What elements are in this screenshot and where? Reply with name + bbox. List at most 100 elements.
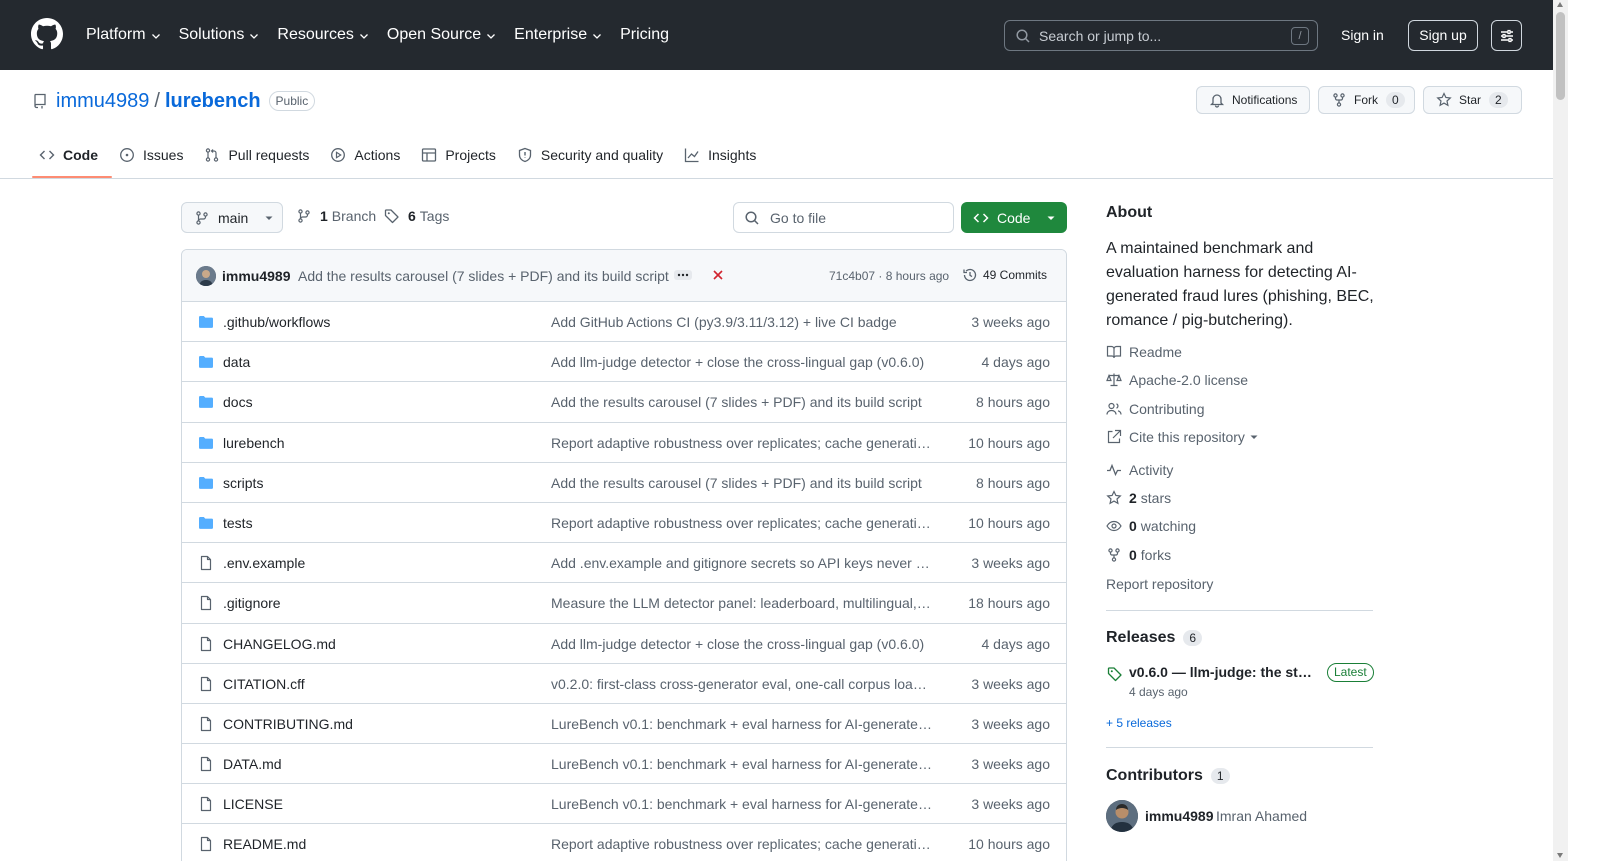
scroll-thumb[interactable] (1556, 12, 1565, 100)
header-menu-button[interactable] (1491, 20, 1522, 51)
stars-link[interactable]: 2 stars (1106, 490, 1171, 506)
cite-repository-button[interactable]: Cite this repository (1106, 429, 1259, 445)
tab-pull-requests[interactable]: Pull requests (197, 136, 323, 174)
repo-name-link[interactable]: lurebench (165, 90, 261, 113)
go-to-file-input[interactable]: Go to file (733, 202, 954, 233)
license-link[interactable]: Apache-2.0 license (1106, 372, 1248, 388)
scroll-up-arrow-icon[interactable] (1557, 2, 1563, 7)
file-commit-message-link[interactable]: Add .env.example and gitignore secrets s… (551, 555, 934, 571)
ellipsis-icon (677, 273, 689, 277)
star-button[interactable]: Star 2 (1423, 86, 1522, 114)
tags-link[interactable]: 6 Tags (384, 208, 449, 224)
commits-history-link[interactable]: 49 Commits (962, 267, 1047, 283)
nav-open-source[interactable]: Open Source (387, 26, 497, 44)
file-commit-message-link[interactable]: LureBench v0.1: benchmark + eval harness… (551, 796, 934, 812)
repo-owner-link[interactable]: immu4989 (56, 90, 149, 113)
branches-link[interactable]: 1 Branch (296, 208, 376, 224)
commit-author-link[interactable]: immu4989 (222, 268, 290, 284)
tab-insights[interactable]: Insights (677, 136, 770, 174)
tab-security[interactable]: Security and quality (510, 136, 677, 174)
file-name-link[interactable]: .github/workflows (223, 314, 330, 330)
nav-enterprise[interactable]: Enterprise (514, 26, 603, 44)
file-commit-message-link[interactable]: Add llm-judge detector + close the cross… (551, 636, 934, 652)
code-dropdown-button[interactable]: Code (961, 202, 1067, 233)
commit-message-link[interactable]: Add the results carousel (7 slides + PDF… (298, 268, 669, 284)
file-name-link[interactable]: .env.example (223, 555, 305, 571)
code-icon (973, 212, 989, 223)
file-name-link[interactable]: CHANGELOG.md (223, 636, 336, 652)
nav-resources-label: Resources (277, 26, 354, 43)
report-repository-link[interactable]: Report repository (1106, 576, 1213, 592)
file-commit-message-link[interactable]: Add GitHub Actions CI (py3.9/3.11/3.12) … (551, 314, 934, 330)
file-commit-message-link[interactable]: v0.2.0: first-class cross-generator eval… (551, 676, 934, 692)
releases-heading-label: Releases (1106, 629, 1176, 646)
table-row: data Add llm-judge detector + close the c… (182, 342, 1066, 383)
table-row: README.md Report adaptive robustness over… (182, 824, 1066, 861)
nav-platform[interactable]: Platform (86, 26, 162, 44)
sign-in-link[interactable]: Sign in (1328, 20, 1397, 50)
repo-separator: / (154, 89, 160, 112)
file-name-link[interactable]: README.md (223, 836, 306, 852)
eye-icon (1106, 520, 1122, 532)
readme-link[interactable]: Readme (1106, 344, 1182, 360)
forks-link[interactable]: 0 forks (1106, 547, 1171, 563)
file-commit-message-link[interactable]: Report adaptive robustness over replicat… (551, 836, 934, 852)
file-name-link[interactable]: data (223, 354, 250, 370)
file-commit-message-link[interactable]: Add the results carousel (7 slides + PDF… (551, 394, 934, 410)
activity-link[interactable]: Activity (1106, 462, 1173, 478)
more-releases-link[interactable]: + 5 releases (1106, 716, 1172, 730)
file-name-link[interactable]: lurebench (223, 435, 285, 451)
file-commit-message-link[interactable]: Add llm-judge detector + close the cross… (551, 354, 934, 370)
scroll-down-arrow-icon[interactable] (1557, 853, 1563, 858)
global-search-input[interactable]: Search or jump to... / (1004, 20, 1318, 51)
file-commit-date: 3 weeks ago (971, 555, 1050, 572)
contributor-login-link[interactable]: immu4989 (1145, 808, 1213, 824)
people-icon (1106, 402, 1122, 415)
file-name-link[interactable]: CITATION.cff (223, 676, 305, 692)
avatar[interactable] (196, 266, 216, 286)
file-name-link[interactable]: scripts (223, 475, 263, 491)
file-name-link[interactable]: CONTRIBUTING.md (223, 716, 353, 732)
file-commit-message-link[interactable]: LureBench v0.1: benchmark + eval harness… (551, 756, 934, 772)
contributing-link[interactable]: Contributing (1106, 401, 1205, 417)
file-commit-message-link[interactable]: Report adaptive robustness over replicat… (551, 435, 934, 451)
branch-selector[interactable]: main (181, 202, 283, 233)
file-name-link[interactable]: DATA.md (223, 756, 282, 772)
commit-count-label: 49 Commits (983, 268, 1048, 282)
file-name-link[interactable]: .gitignore (223, 595, 281, 611)
tab-actions[interactable]: Actions (323, 136, 414, 174)
github-logo-icon[interactable] (31, 18, 63, 50)
folder-icon (198, 435, 214, 451)
latest-release-link[interactable]: v0.6.0 — llm-judge: the str… (1129, 664, 1317, 680)
table-row: docs Add the results carousel (7 slides +… (182, 382, 1066, 423)
contributors-heading[interactable]: Contributors 1 (1106, 767, 1230, 785)
file-commit-message-link[interactable]: Report adaptive robustness over replicat… (551, 515, 934, 531)
tab-projects[interactable]: Projects (414, 136, 510, 174)
notifications-button[interactable]: Notifications (1196, 86, 1310, 114)
license-label: Apache-2.0 license (1129, 372, 1249, 388)
readme-label: Readme (1129, 344, 1182, 360)
releases-heading[interactable]: Releases 6 (1106, 629, 1203, 647)
watchers-link[interactable]: 0 watching (1106, 518, 1196, 534)
check-failed-x-icon[interactable] (711, 268, 725, 282)
nav-resources[interactable]: Resources (277, 26, 369, 44)
search-icon (1016, 28, 1030, 43)
file-name-link[interactable]: tests (223, 515, 253, 531)
commit-hash-time[interactable]: 71c4b07 · 8 hours ago (829, 269, 949, 283)
nav-pricing[interactable]: Pricing (620, 26, 669, 44)
tab-pull-requests-label: Pull requests (228, 147, 310, 163)
file-commit-message-link[interactable]: Measure the LLM detector panel: leaderbo… (551, 595, 934, 611)
fork-button[interactable]: Fork 0 (1318, 86, 1415, 114)
file-name-link[interactable]: docs (223, 394, 253, 410)
tab-issues[interactable]: Issues (112, 136, 197, 174)
avatar[interactable] (1106, 800, 1138, 832)
file-commit-message-link[interactable]: LureBench v0.1: benchmark + eval harness… (551, 716, 934, 732)
tab-code[interactable]: Code (32, 136, 112, 178)
file-commit-message-link[interactable]: Add the results carousel (7 slides + PDF… (551, 475, 934, 491)
commit-expand-button[interactable] (674, 270, 692, 280)
nav-solutions[interactable]: Solutions (179, 26, 261, 44)
file-name-link[interactable]: LICENSE (223, 796, 283, 812)
sign-up-button[interactable]: Sign up (1408, 20, 1478, 51)
page-scrollbar[interactable] (1553, 0, 1568, 861)
star-icon (1436, 92, 1452, 107)
